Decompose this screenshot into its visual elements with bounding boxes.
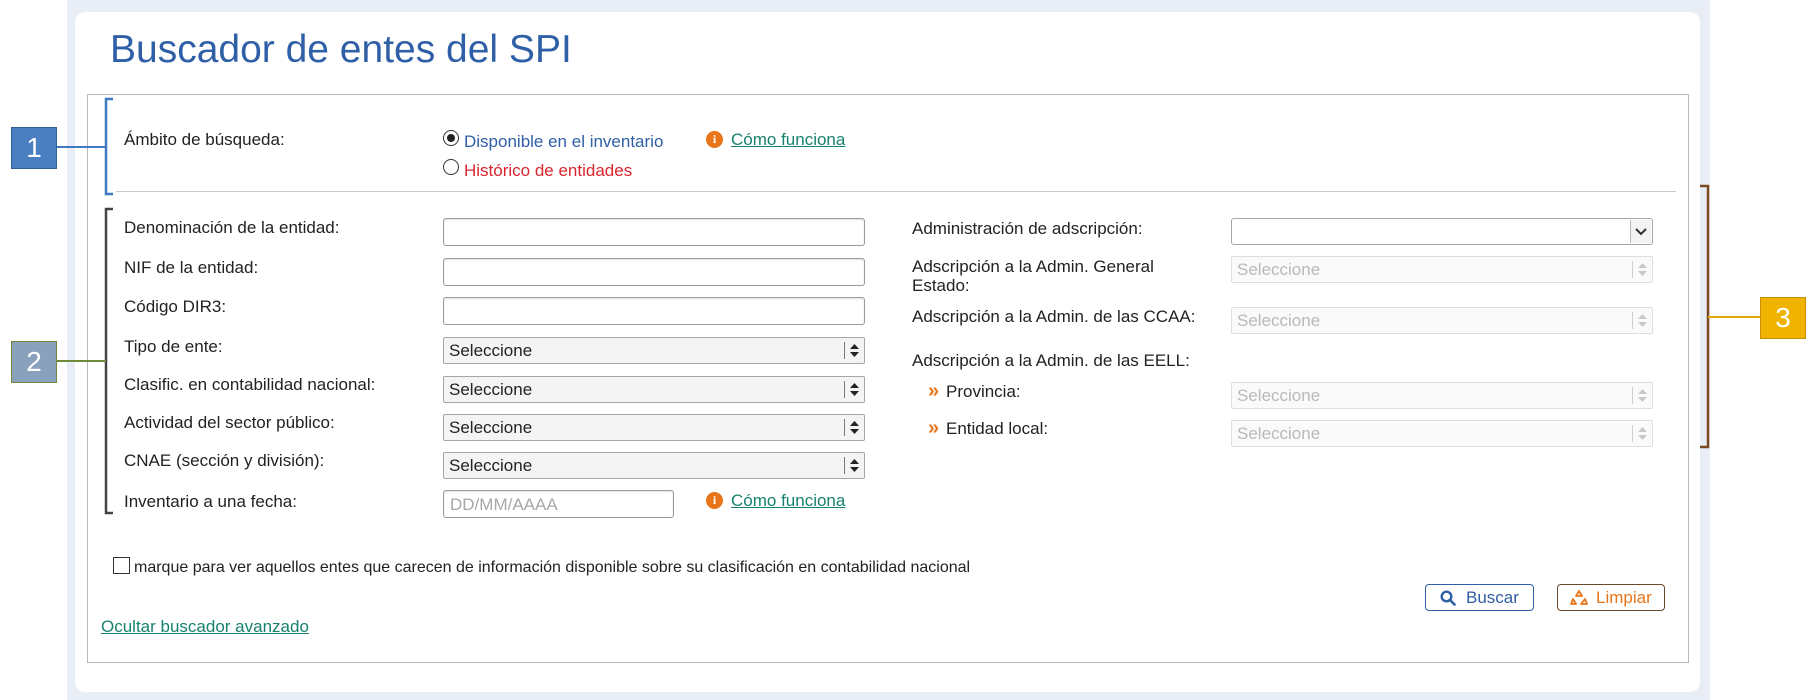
provincia-value: Seleccione [1237, 386, 1321, 405]
entidad-local-value: Seleccione [1237, 424, 1321, 443]
how-it-works-link[interactable]: Cómo funciona [731, 130, 845, 150]
callout-2: 2 [11, 341, 57, 383]
updown-arrows-icon [1638, 263, 1647, 276]
callout-1: 1 [11, 127, 57, 169]
label-admin-eell: Adscripción a la Admin. de las EELL: [912, 351, 1190, 370]
date-how-it-works-link[interactable]: Cómo funciona [731, 491, 845, 511]
dir3-input[interactable] [443, 297, 865, 325]
updown-arrows-icon [1638, 314, 1647, 327]
search-icon [1440, 590, 1456, 606]
section-divider [116, 191, 1676, 192]
clasific-select[interactable]: Seleccione [443, 376, 865, 403]
cnae-value: Seleccione [449, 456, 533, 475]
info-icon: i [706, 131, 723, 148]
denominacion-input[interactable] [443, 218, 865, 246]
label-admin-general-2: Estado: [912, 276, 970, 295]
radio-history[interactable] [443, 159, 459, 175]
updown-arrows-icon [850, 344, 859, 357]
admin-ccaa-select[interactable]: Seleccione [1231, 307, 1653, 334]
clear-button[interactable]: Limpiar [1557, 584, 1665, 611]
label-admin-general-1: Adscripción a la Admin. General [912, 257, 1154, 276]
updown-arrows-icon [850, 421, 859, 434]
administracion-dropdown[interactable] [1231, 218, 1653, 245]
label-denominacion: Denominación de la entidad: [124, 218, 340, 237]
annotation-brackets [56, 97, 1760, 515]
actividad-value: Seleccione [449, 418, 533, 437]
label-actividad: Actividad del sector público: [124, 413, 335, 432]
label-nif: NIF de la entidad: [124, 258, 259, 277]
nif-input[interactable] [443, 258, 865, 286]
missing-info-label: marque para ver aquellos entes que carec… [134, 559, 971, 576]
scope-label: Ámbito de búsqueda: [124, 130, 285, 149]
info-icon: i [706, 492, 723, 509]
label-administracion: Administración de adscripción: [912, 219, 1143, 238]
label-admin-ccaa: Adscripción a la Admin. de las CCAA: [912, 307, 1196, 326]
hide-advanced-search-link[interactable]: Ocultar buscador avanzado [101, 617, 309, 637]
radio-available[interactable] [443, 130, 459, 146]
chevron-down-icon [1635, 228, 1647, 236]
label-tipo-ente: Tipo de ente: [124, 337, 223, 356]
admin-general-value: Seleccione [1237, 260, 1321, 279]
date-placeholder: DD/MM/AAAA [450, 495, 558, 514]
label-entidad-local: Entidad local: [946, 419, 1049, 438]
tipo-ente-select[interactable]: Seleccione [443, 337, 865, 364]
search-button-label: Buscar [1466, 588, 1519, 607]
radio-selected-dot [447, 134, 455, 142]
actividad-select[interactable]: Seleccione [443, 414, 865, 441]
clasific-value: Seleccione [449, 380, 533, 399]
radio-available-label[interactable]: Disponible en el inventario [464, 132, 663, 152]
tipo-ente-value: Seleccione [449, 341, 533, 360]
label-inventario-fecha: Inventario a una fecha: [124, 492, 297, 511]
double-chevron-right-icon: » [928, 417, 940, 439]
callout-3: 3 [1760, 297, 1806, 339]
double-chevron-right-icon: » [928, 380, 940, 402]
cnae-select[interactable]: Seleccione [443, 452, 865, 479]
radio-history-label[interactable]: Histórico de entidades [464, 161, 632, 181]
updown-arrows-icon [1638, 427, 1647, 440]
label-provincia: Provincia: [946, 382, 1021, 401]
clear-button-label: Limpiar [1596, 588, 1652, 607]
missing-info-checkbox[interactable] [113, 557, 130, 574]
label-cnae: CNAE (sección y división): [124, 451, 325, 470]
label-dir3: Código DIR3: [124, 297, 227, 316]
admin-general-select[interactable]: Seleccione [1231, 256, 1653, 283]
admin-ccaa-value: Seleccione [1237, 311, 1321, 330]
updown-arrows-icon [850, 459, 859, 472]
date-input[interactable]: DD/MM/AAAA [443, 490, 674, 518]
provincia-select[interactable]: Seleccione [1231, 382, 1653, 409]
updown-arrows-icon [850, 383, 859, 396]
updown-arrows-icon [1638, 389, 1647, 402]
search-button[interactable]: Buscar [1425, 584, 1534, 611]
entidad-local-select[interactable]: Seleccione [1231, 420, 1653, 447]
recycle-icon [1570, 590, 1588, 605]
label-clasific: Clasific. en contabilidad nacional: [124, 375, 376, 394]
